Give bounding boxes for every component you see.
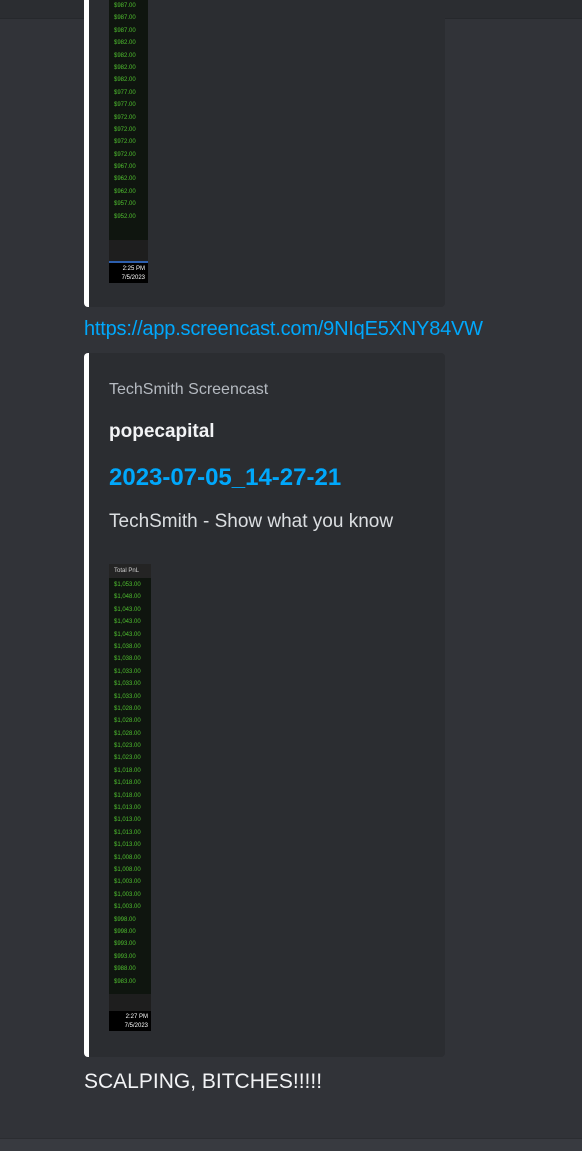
- embed-description: TechSmith - Show what you know: [109, 511, 394, 532]
- thumbnail-timestamp: 2:27 PM 7/5/2023: [109, 1011, 151, 1031]
- pnl-value: $1,018.00: [114, 767, 141, 774]
- pnl-value: $1,033.00: [114, 668, 141, 675]
- pnl-value: $1,013.00: [114, 805, 141, 812]
- pnl-value: $1,043.00: [114, 631, 141, 638]
- pnl-value: $1,013.00: [114, 817, 141, 824]
- pnl-value: $988.00: [114, 966, 136, 973]
- pnl-value: $1,048.00: [114, 594, 141, 601]
- thumbnail-time: 2:27 PM: [125, 1014, 148, 1020]
- pnl-value: $1,003.00: [114, 904, 141, 911]
- pnl-value: $1,028.00: [114, 730, 141, 737]
- pnl-value: $1,023.00: [114, 743, 141, 750]
- pnl-value: $1,038.00: [114, 656, 141, 663]
- pnl-value: $982.00: [114, 77, 136, 84]
- pnl-value: $952.00: [114, 213, 136, 220]
- screencast-link[interactable]: https://app.screencast.com/9NIqE5XNY84VW: [84, 318, 483, 341]
- pnl-value: $998.00: [114, 916, 136, 923]
- embed-author[interactable]: popecapital: [109, 421, 215, 443]
- pnl-value: $1,013.00: [114, 829, 141, 836]
- pnl-value: $972.00: [114, 139, 136, 146]
- pnl-value: $1,028.00: [114, 718, 141, 725]
- embed-title[interactable]: 2023-07-05_14-27-21: [109, 464, 341, 492]
- pnl-values-list: $1,053.00 $1,048.00 $1,043.00 $1,043.00 $1,0…: [109, 578, 151, 988]
- pnl-value: $1,033.00: [114, 693, 141, 700]
- pnl-value: $957.00: [114, 201, 136, 208]
- pnl-value: $983.00: [114, 978, 136, 985]
- pnl-value: $993.00: [114, 941, 136, 948]
- embed-thumbnail-previous[interactable]: $987.00 $987.00 $987.00 $982.00 $982.00 $982.…: [109, 0, 148, 283]
- pnl-value: $987.00: [114, 27, 136, 34]
- pnl-value: $962.00: [114, 176, 136, 183]
- pnl-value: $982.00: [114, 52, 136, 59]
- pnl-value: $1,003.00: [114, 879, 141, 886]
- pnl-value: $982.00: [114, 64, 136, 71]
- pnl-value: $1,043.00: [114, 619, 141, 626]
- thumbnail-timestamp: 2:25 PM 7/5/2023: [109, 261, 148, 283]
- pnl-value: $982.00: [114, 40, 136, 47]
- pnl-value: $977.00: [114, 89, 136, 96]
- pnl-value: $977.00: [114, 102, 136, 109]
- message-text: SCALPING, BITCHES!!!!!: [84, 1070, 323, 1093]
- pnl-value: $972.00: [114, 151, 136, 158]
- pnl-value: $972.00: [114, 126, 136, 133]
- thumbnail-date: 7/5/2023: [124, 1022, 148, 1029]
- pnl-value: $1,008.00: [114, 866, 141, 873]
- pnl-value: $1,053.00: [114, 582, 141, 588]
- pnl-value: $1,013.00: [114, 842, 141, 849]
- pnl-value: $1,018.00: [114, 792, 141, 799]
- pnl-value: $987.00: [114, 3, 136, 9]
- pnl-value: $1,043.00: [114, 606, 141, 613]
- pnl-value: $987.00: [114, 15, 136, 22]
- pnl-column-header: Total PnL: [109, 564, 151, 578]
- thumbnail-time: 2:25 PM: [122, 266, 145, 272]
- pnl-value: $972.00: [114, 114, 136, 121]
- pnl-value: $962.00: [114, 188, 136, 195]
- embed-thumbnail[interactable]: Total PnL $1,053.00 $1,048.00 $1,043.00 $1,…: [109, 564, 151, 1031]
- pnl-value: $998.00: [114, 928, 136, 935]
- pnl-values-list: $987.00 $987.00 $987.00 $982.00 $982.00 $982.…: [109, 0, 148, 223]
- pnl-value: $1,003.00: [114, 891, 141, 898]
- pnl-value: $1,023.00: [114, 755, 141, 762]
- pnl-value: $1,008.00: [114, 854, 141, 861]
- pnl-value: $1,033.00: [114, 681, 141, 688]
- screencast-embed: TechSmith Screencast popecapital 2023-07…: [84, 353, 445, 1057]
- message-input-edge: [0, 1138, 582, 1151]
- thumbnail-date: 7/5/2023: [121, 274, 145, 281]
- pnl-value: $1,018.00: [114, 780, 141, 787]
- pnl-value: $1,028.00: [114, 705, 141, 712]
- pnl-value: $967.00: [114, 164, 136, 171]
- pnl-value: $1,038.00: [114, 643, 141, 650]
- screencast-embed-previous: $987.00 $987.00 $987.00 $982.00 $982.00 $982.…: [84, 0, 445, 307]
- embed-provider[interactable]: TechSmith Screencast: [109, 381, 268, 399]
- pnl-value: $993.00: [114, 953, 136, 960]
